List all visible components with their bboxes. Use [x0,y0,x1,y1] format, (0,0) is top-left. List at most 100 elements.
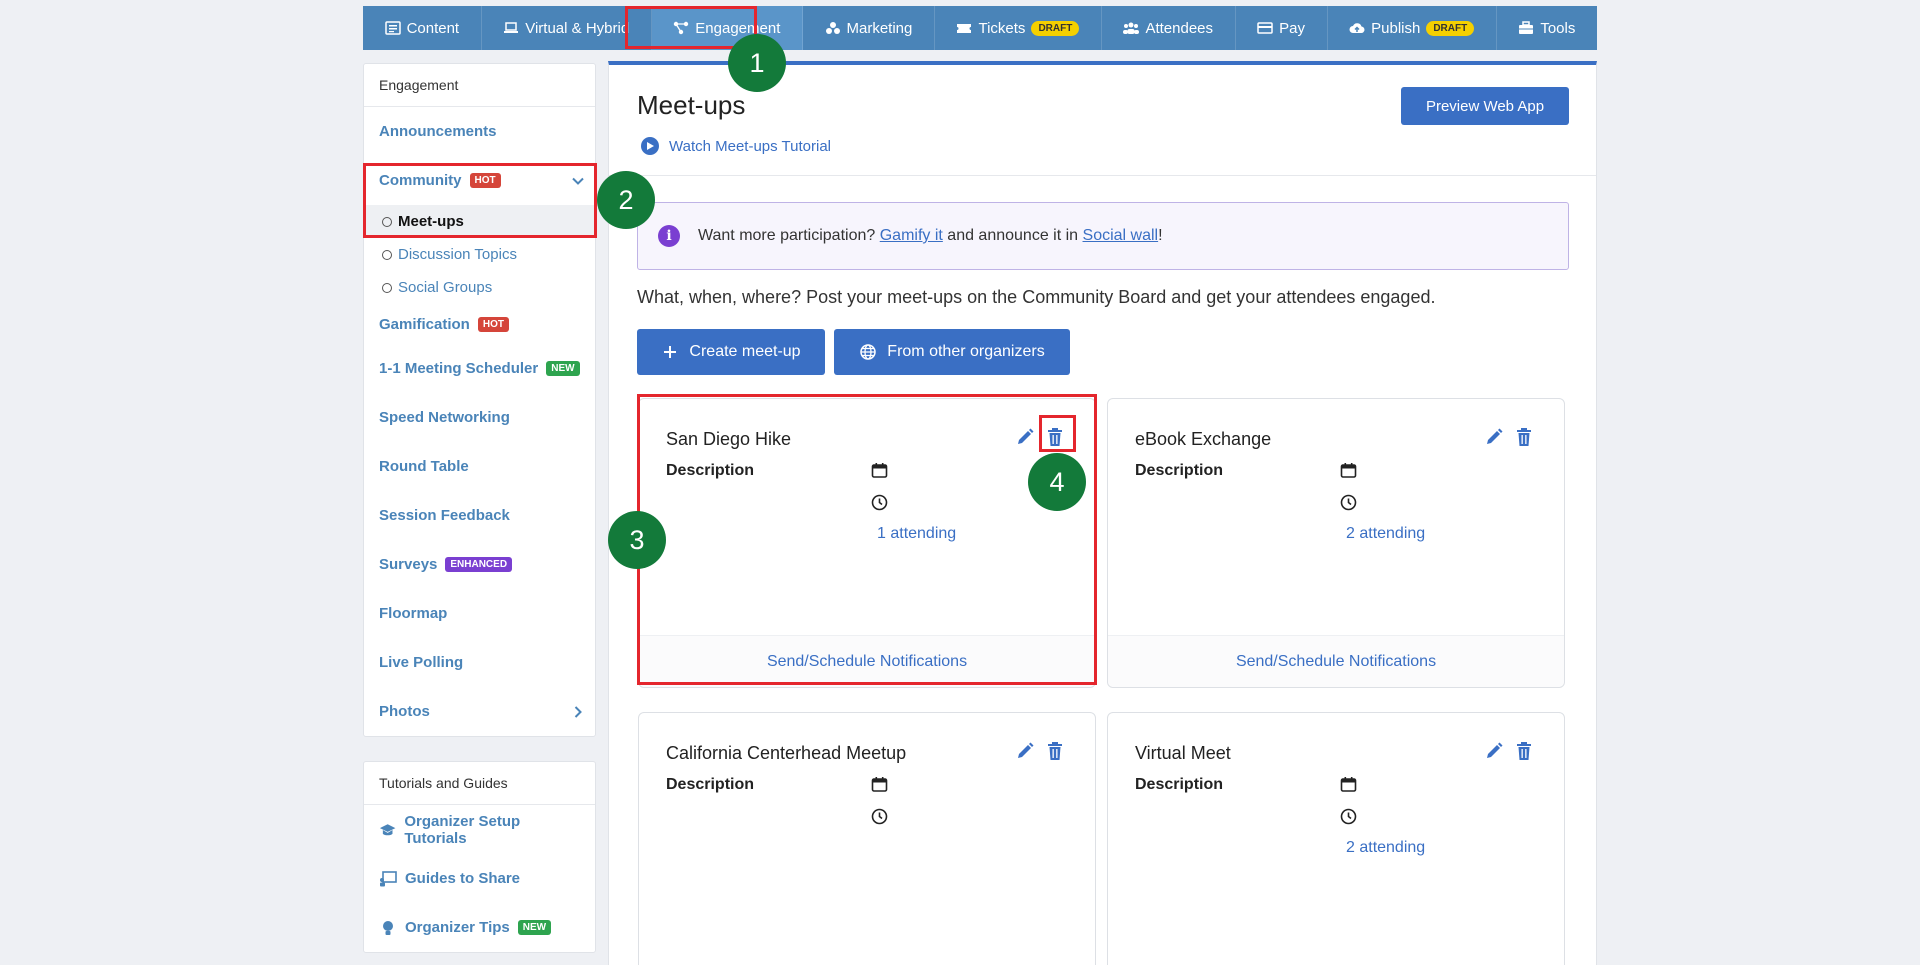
sidebar-sub-meetups[interactable]: Meet-ups [364,205,595,238]
gamify-link[interactable]: Gamify it [880,227,943,244]
clock-icon [871,808,888,825]
edit-icon[interactable] [1484,427,1504,447]
meetup-description-label: Description [1135,776,1224,793]
attending-count[interactable]: 1 attending [877,525,956,543]
sidebar-sub-social-groups[interactable]: Social Groups [364,271,595,304]
sidebar-item-label: Community [379,172,462,189]
step-marker: 2 [597,171,655,229]
nav-label: Attendees [1145,19,1214,37]
from-other-organizers-button[interactable]: From other organizers [834,329,1070,375]
meetup-description-label: Description [666,776,755,793]
nav-engagement[interactable]: Engagement [651,6,803,50]
sidebar-item-label: Floormap [379,605,448,622]
tutorial-guides-to-share[interactable]: Guides to Share [364,854,595,903]
engagement-panel: Engagement Announcements Community HOT M… [363,63,596,737]
watch-tutorial-link[interactable]: Watch Meet-ups Tutorial [641,137,831,155]
globe-icon [860,344,877,360]
nav-tickets[interactable]: Tickets DRAFT [935,6,1102,50]
delete-icon[interactable] [1045,741,1065,761]
clock-icon [871,494,888,511]
marketing-icon [825,22,840,34]
sidebar-item-label: Round Table [379,458,469,475]
sidebar-item-label: Gamification [379,315,470,333]
sidebar-sub-discussion-topics[interactable]: Discussion Topics [364,238,595,271]
sidebar-item-label: Surveys [379,556,438,573]
nav-label: Tools [1540,19,1576,37]
panel-header: Engagement [364,64,595,107]
sidebar-item-session-feedback[interactable]: Session Feedback [364,491,595,540]
preview-web-app-button[interactable]: Preview Web App [1401,87,1569,125]
edit-icon[interactable] [1015,741,1035,761]
nav-label: Pay [1279,19,1305,37]
presentation-icon [380,870,397,886]
chevron-right-icon [574,705,582,718]
sidebar-item-label: Discussion Topics [398,246,517,263]
meetup-title: San Diego Hike [666,429,792,449]
draft-badge: DRAFT [1031,20,1080,36]
meetup-description-label: Description [666,462,755,479]
cloud-upload-icon [1349,23,1365,34]
tutorial-organizer-setup[interactable]: Organizer Setup Tutorials [364,805,595,854]
attending-count[interactable]: 2 attending [1346,525,1425,543]
info-middle: and announce it in [942,227,1083,244]
delete-icon[interactable] [1045,427,1065,447]
info-banner: i Want more participation? Gamify it and… [637,202,1569,270]
play-icon [641,137,659,155]
card-actions [1015,427,1065,447]
nav-content[interactable]: Content [363,6,482,50]
delete-icon[interactable] [1514,427,1534,447]
edit-icon[interactable] [1015,427,1035,447]
sidebar-item-floormap[interactable]: Floormap [364,589,595,638]
send-notifications-link[interactable]: Send/Schedule Notifications [1108,635,1564,687]
graduation-cap-icon [379,823,396,835]
sidebar-item-announcements[interactable]: Announcements [364,107,595,156]
nav-label: Virtual & Hybrid [525,19,630,37]
sidebar-item-gamification[interactable]: Gamification HOT [364,304,595,344]
send-notifications-link[interactable]: Send/Schedule Notifications [639,635,1095,687]
sidebar-item-surveys[interactable]: Surveys ENHANCED [364,540,595,589]
info-prefix: Want more participation? [698,227,880,244]
tutorial-organizer-tips[interactable]: Organizer Tips NEW [364,903,595,952]
social-wall-link[interactable]: Social wall [1083,227,1159,244]
sidebar-item-label: Photos [379,703,430,720]
create-meetup-button[interactable]: Create meet-up [637,329,825,375]
calendar-icon [1340,463,1357,478]
card-actions [1015,741,1065,761]
clock-icon [1340,494,1357,511]
delete-icon[interactable] [1514,741,1534,761]
attending-count[interactable]: 2 attending [1346,839,1425,857]
sidebar-item-speed-networking[interactable]: Speed Networking [364,393,595,442]
info-text: Want more participation? Gamify it and a… [698,227,1163,245]
meetup-card: California Centerhead Meetup Description [638,712,1096,965]
sidebar-item-community[interactable]: Community HOT [364,156,595,205]
nav-virtual-hybrid[interactable]: Virtual & Hybrid [482,6,652,50]
tutorial-link-label: Watch Meet-ups Tutorial [669,137,832,155]
nav-attendees[interactable]: Attendees [1102,6,1236,50]
nav-tools[interactable]: Tools [1497,6,1597,50]
meetup-title: Virtual Meet [1135,743,1231,763]
lightbulb-icon [383,920,393,935]
sidebar-item-label: Meet-ups [398,213,464,230]
nav-pay[interactable]: Pay [1236,6,1328,50]
edit-icon[interactable] [1484,741,1504,761]
calendar-icon [871,777,888,792]
calendar-icon [871,463,888,478]
step-marker: 4 [1028,453,1086,511]
nav-label: Content [406,19,460,37]
new-badge: NEW [517,920,552,935]
top-nav: Content Virtual & Hybrid Engagement Mark… [363,6,1597,50]
sidebar-item-meeting-scheduler[interactable]: 1-1 Meeting Scheduler NEW [364,344,595,393]
sidebar-item-round-table[interactable]: Round Table [364,442,595,491]
sidebar-item-label: 1-1 Meeting Scheduler [379,360,539,377]
sidebar-item-photos[interactable]: Photos [364,687,595,736]
nav-marketing[interactable]: Marketing [803,6,935,50]
clock-icon [1340,808,1357,825]
sidebar-item-label: Announcements [379,123,497,140]
tutorial-label: Guides to Share [405,870,521,887]
nav-publish[interactable]: Publish DRAFT [1328,6,1497,50]
attendees-icon [1123,22,1140,34]
card-actions [1484,427,1534,447]
sidebar: Engagement Announcements Community HOT M… [363,63,596,953]
tutorial-label: Organizer Tips [405,919,510,936]
sidebar-item-live-polling[interactable]: Live Polling [364,638,595,687]
